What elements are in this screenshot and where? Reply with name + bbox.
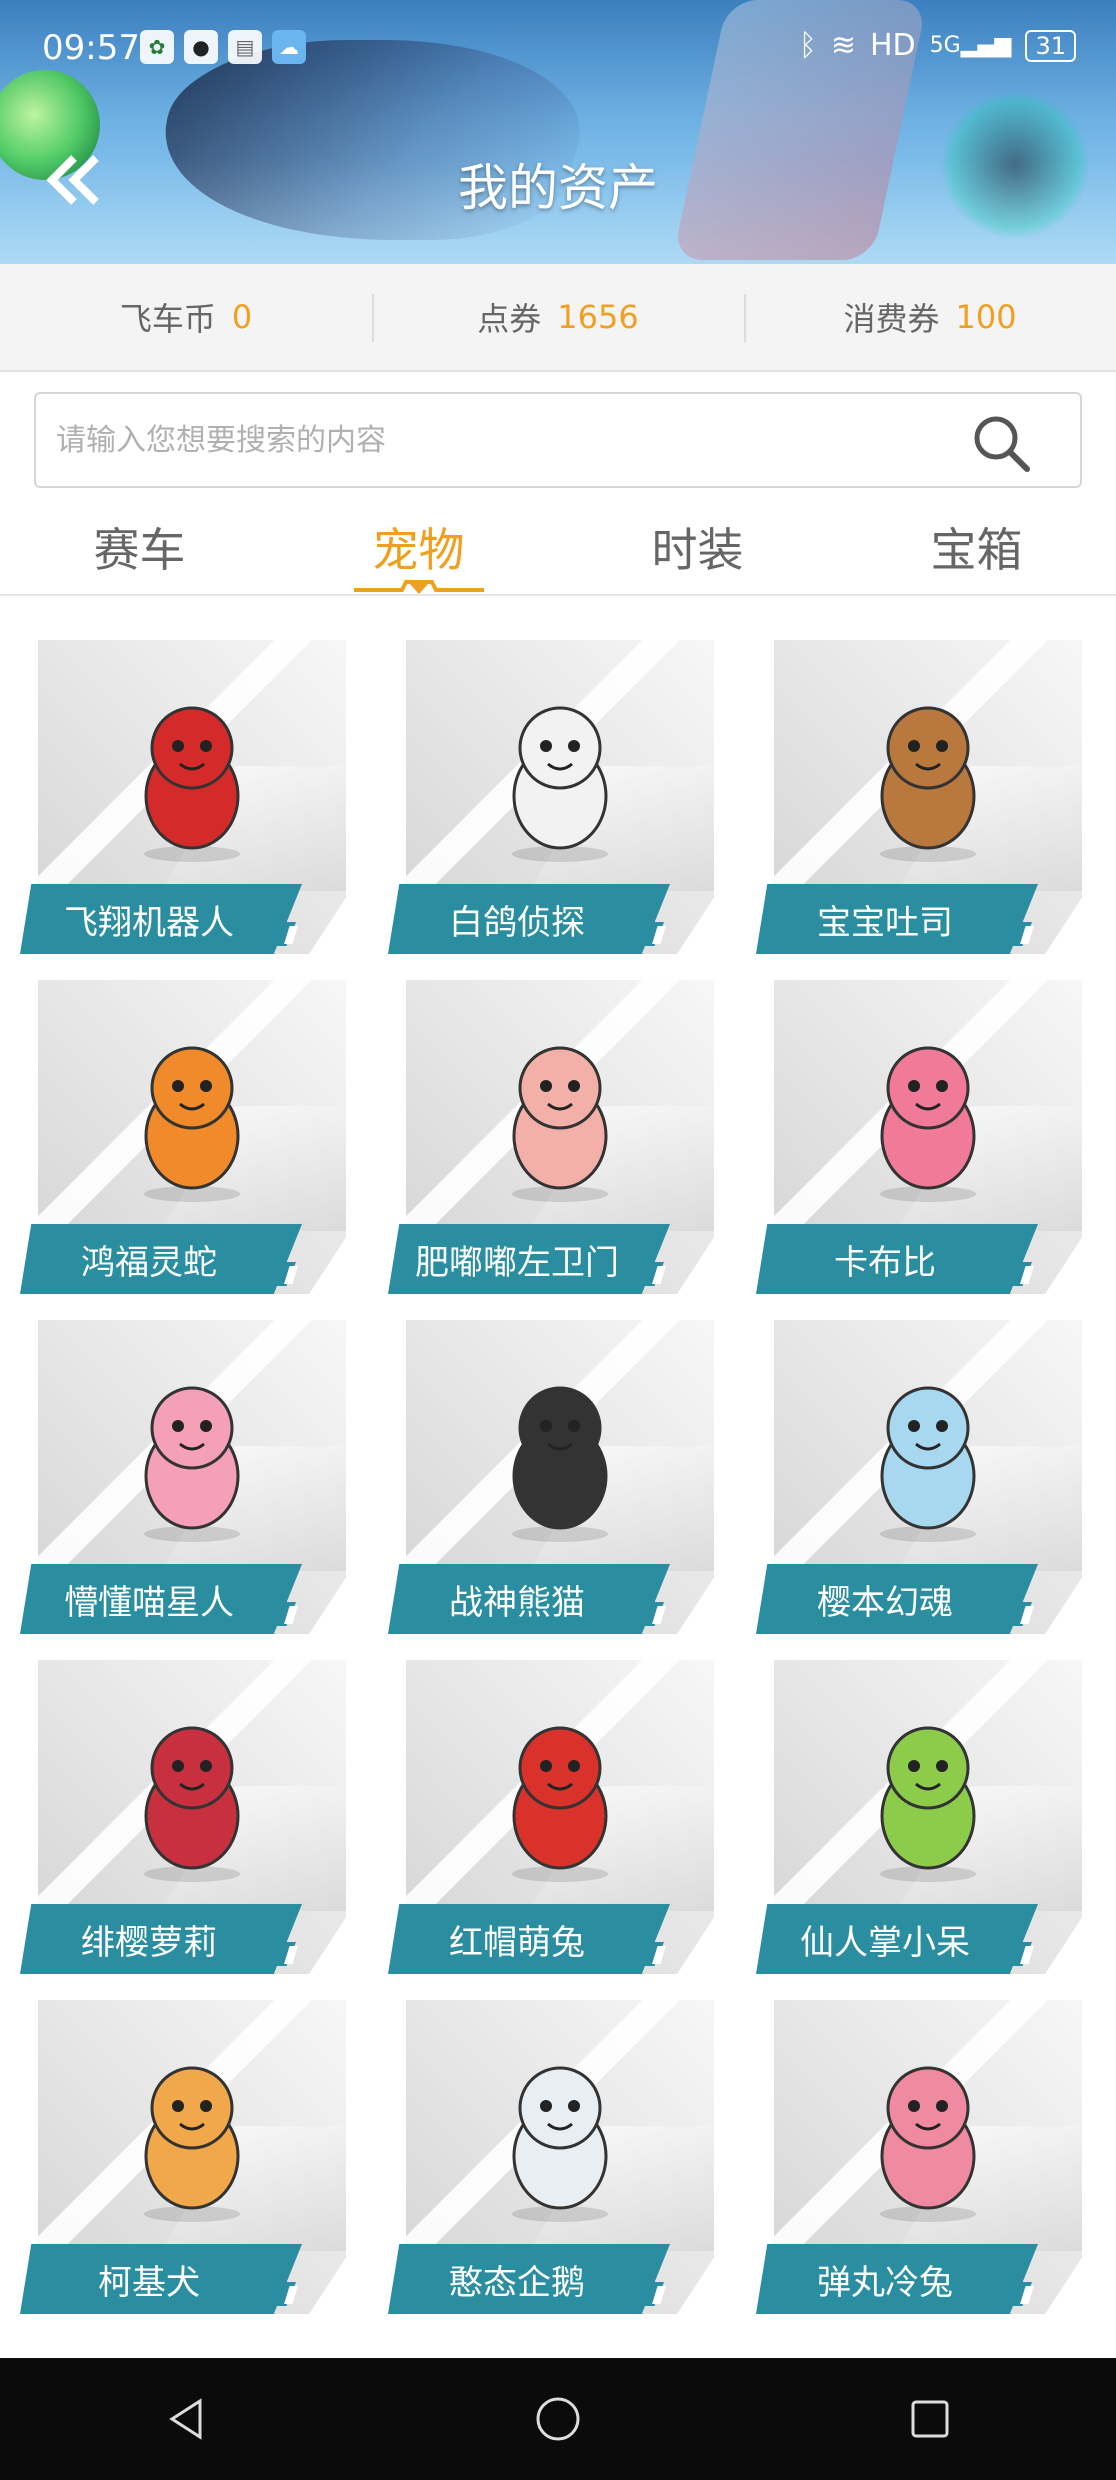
pink-bear-head-pet (880, 1046, 976, 1202)
corgi-pet (144, 2066, 240, 2222)
tab-chests[interactable]: 宝箱 (837, 500, 1116, 594)
pet-card[interactable]: 弹丸冷兔 (756, 2000, 1086, 2314)
battery-icon: 31 (1025, 29, 1076, 62)
currency-bar: 飞车币 0 点券 1656 消费券 100 (0, 264, 1116, 372)
back-triangle-icon (169, 2398, 202, 2440)
network-type: HD (869, 28, 916, 63)
tab-fashion[interactable]: 时装 (558, 500, 837, 594)
pet-card[interactable]: 鸿福灵蛇 (20, 980, 350, 1294)
recent-square-icon (911, 2400, 949, 2438)
pet-card[interactable]: 樱本幻魂 (756, 1320, 1086, 1634)
search-icon[interactable] (970, 412, 1032, 474)
currency-points: 点券 1656 (372, 264, 744, 370)
pet-name: 柯基犬 (20, 2244, 302, 2314)
currency-label: 飞车币 (119, 300, 216, 338)
bluetooth-icon: ᛒ (798, 28, 817, 63)
qq-icon: ● (184, 30, 218, 64)
pet-card[interactable]: 卡布比 (756, 980, 1086, 1294)
tab-label: 宠物 (372, 523, 465, 577)
pet-name: 樱本幻魂 (756, 1564, 1038, 1634)
pet-name: 卡布比 (756, 1224, 1038, 1294)
pet-card[interactable]: 柯基犬 (20, 2000, 350, 2314)
home-circle-icon (536, 2397, 580, 2441)
active-tab-indicator (353, 580, 484, 594)
status-right-icons: ᛒ ≋ HD 5G▂▄▆ 31 (799, 28, 1076, 63)
red-hat-rabbit-pet (512, 1726, 608, 1882)
pet-name: 肥嘟嘟左卫门 (388, 1224, 670, 1294)
nav-recent-button[interactable] (900, 2389, 960, 2449)
pet-card[interactable]: 飞翔机器人 (20, 640, 350, 954)
pink-pig-pet (880, 2066, 976, 2222)
app-notification-icon: ✿ (140, 30, 174, 64)
pet-name: 战神熊猫 (388, 1564, 670, 1634)
pet-card[interactable]: 懵懂喵星人 (20, 1320, 350, 1634)
currency-value: 1656 (557, 298, 639, 336)
panda-warrior-pet (512, 1386, 608, 1542)
toast-face-pet (880, 706, 976, 862)
pet-card[interactable]: 红帽萌兔 (388, 1660, 718, 1974)
currency-feiche-coin: 飞车币 0 (0, 264, 372, 370)
pet-card[interactable]: 肥嘟嘟左卫门 (388, 980, 718, 1294)
pet-name: 憨态企鹅 (388, 2244, 670, 2314)
tab-pets[interactable]: 宠物 (279, 500, 558, 594)
pet-card[interactable]: 战神熊猫 (388, 1320, 718, 1634)
header-banner: 09:57 ✿ ● ▤ ☁ ᛒ ≋ HD 5G▂▄▆ 31 我的资产 (0, 0, 1116, 264)
white-dove-detective-pet (512, 706, 608, 862)
pet-name: 懵懂喵星人 (20, 1564, 302, 1634)
cactus-pet (880, 1726, 976, 1882)
orange-snake-pet (144, 1046, 240, 1202)
pet-card[interactable]: 仙人掌小呆 (756, 1660, 1086, 1974)
cat-boy-pet (144, 1386, 240, 1542)
pet-card[interactable]: 绯樱萝莉 (20, 1660, 350, 1974)
status-bar: 09:57 ✿ ● ▤ ☁ ᛒ ≋ HD 5G▂▄▆ 31 (0, 22, 1116, 78)
pet-name: 白鸽侦探 (388, 884, 670, 954)
status-time: 09:57 (42, 28, 140, 68)
weather-icon: ☁ (272, 30, 306, 64)
nav-home-button[interactable] (528, 2389, 588, 2449)
calendar-icon: ▤ (228, 30, 262, 64)
pet-card[interactable]: 宝宝吐司 (756, 640, 1086, 954)
pet-name: 飞翔机器人 (20, 884, 302, 954)
pet-name: 红帽萌兔 (388, 1904, 670, 1974)
wifi-icon: ≋ (830, 28, 856, 63)
search-box (34, 392, 1082, 488)
pet-name: 弹丸冷兔 (756, 2244, 1038, 2314)
search-input[interactable] (56, 412, 936, 468)
sakura-girl-pet (144, 1726, 240, 1882)
pet-name: 绯樱萝莉 (20, 1904, 302, 1974)
nav-back-button[interactable] (156, 2389, 216, 2449)
pet-name: 宝宝吐司 (756, 884, 1038, 954)
currency-label: 点券 (477, 300, 542, 338)
category-tabs: 赛车 宠物 时装 宝箱 (0, 500, 1116, 596)
currency-label: 消费券 (843, 300, 940, 338)
tab-cars[interactable]: 赛车 (0, 500, 279, 594)
pet-grid: 飞翔机器人 白鸽侦探 宝宝吐司 鸿福灵蛇 肥嘟嘟左卫门 卡布比 懵懂喵星人 战神… (20, 640, 1096, 2314)
pet-card[interactable]: 白鸽侦探 (388, 640, 718, 954)
pet-card[interactable]: 憨态企鹅 (388, 2000, 718, 2314)
penguin-pet (512, 2066, 608, 2222)
currency-value: 0 (231, 298, 253, 336)
currency-value: 100 (955, 298, 1017, 336)
pet-name: 鸿福灵蛇 (20, 1224, 302, 1294)
notification-icons: ✿ ● ▤ ☁ (140, 30, 306, 64)
ghost-rider-pet (880, 1386, 976, 1542)
currency-voucher: 消费券 100 (744, 264, 1116, 370)
pet-name: 仙人掌小呆 (756, 1904, 1038, 1974)
signal-icon: 5G▂▄▆ (929, 33, 1012, 58)
system-nav-bar (0, 2358, 1116, 2480)
pink-pig-man-pet (512, 1046, 608, 1202)
page-title: 我的资产 (458, 159, 658, 217)
red-robot-pet (144, 706, 240, 862)
